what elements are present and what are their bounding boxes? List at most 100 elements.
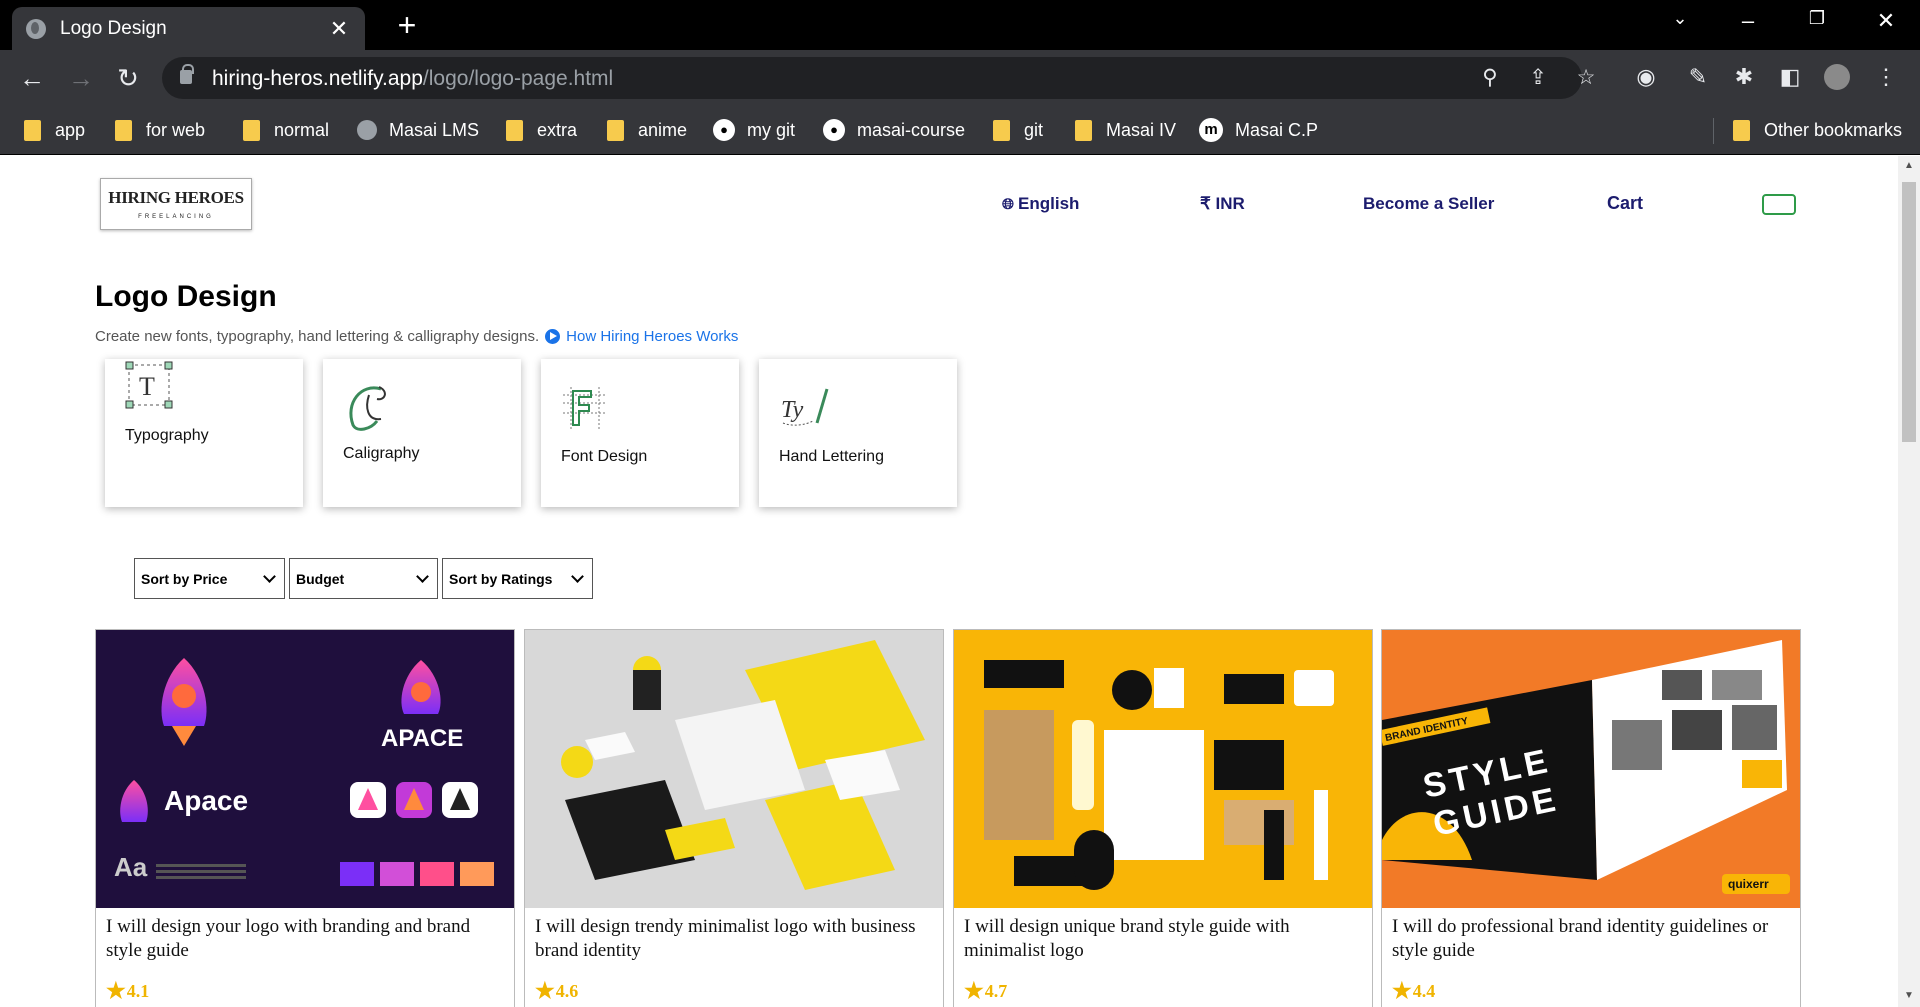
site-logo[interactable]: HIRING HEROES FREELANCING bbox=[100, 178, 252, 230]
style-guide-booklet: STYLE GUIDE BRAND IDENTITY quixerr bbox=[1382, 640, 1790, 894]
sort-by-price-select[interactable]: Sort by Price bbox=[134, 558, 285, 599]
bookmarks-bar: app for web normal Masai LMS extra anime… bbox=[0, 106, 1920, 155]
gig-title[interactable]: I will design unique brand style guide w… bbox=[964, 915, 1364, 963]
other-bookmarks[interactable]: Other bookmarks bbox=[1733, 116, 1902, 144]
web-page: HIRING HEROES FREELANCING 🌐︎ English ₹ IN… bbox=[0, 156, 1898, 1007]
browser-tab[interactable]: Logo Design ✕ bbox=[12, 7, 365, 50]
tab-search-icon[interactable]: ⌄ bbox=[1660, 8, 1700, 29]
bookmark-masai-cp[interactable]: m Masai C.P bbox=[1199, 116, 1318, 144]
svg-text:T: T bbox=[139, 372, 155, 401]
share-icon[interactable]: ⇪ bbox=[1526, 66, 1550, 90]
category-label: Typography bbox=[125, 427, 209, 444]
bookmark-masai-lms[interactable]: Masai LMS bbox=[357, 116, 479, 144]
gig-rating: ★ 4.1 bbox=[106, 978, 150, 1003]
avatar[interactable] bbox=[1824, 64, 1850, 90]
puzzle-icon[interactable]: ✱ bbox=[1730, 63, 1758, 91]
sort-by-ratings-select[interactable]: Sort by Ratings bbox=[442, 558, 593, 599]
category-typography[interactable]: T Typography bbox=[105, 359, 303, 507]
play-icon bbox=[545, 329, 561, 344]
folder-icon bbox=[1075, 119, 1092, 141]
currency-selector[interactable]: ₹ INR bbox=[1200, 194, 1245, 214]
gig-title[interactable]: I will do professional brand identity gu… bbox=[1392, 915, 1792, 963]
bookmark-normal[interactable]: normal bbox=[243, 116, 329, 144]
window-close-icon[interactable]: ✕ bbox=[1866, 8, 1906, 34]
page-title: Logo Design bbox=[95, 280, 277, 313]
typography-icon: T bbox=[125, 361, 173, 409]
budget-select[interactable]: Budget bbox=[289, 558, 438, 599]
category-hand-lettering[interactable]: Ty Hand Lettering bbox=[759, 359, 957, 507]
gig-card[interactable]: STYLE GUIDE BRAND IDENTITY quixerr I wil… bbox=[1381, 629, 1801, 1007]
bookmark-git[interactable]: git bbox=[993, 116, 1043, 144]
bookmark-anime[interactable]: anime bbox=[607, 116, 687, 144]
globe-icon: 🌐︎ bbox=[1002, 195, 1015, 213]
gig-title[interactable]: I will design trendy minimalist logo wit… bbox=[535, 915, 935, 963]
category-font-design[interactable]: Font Design bbox=[541, 359, 739, 507]
zoom-icon[interactable]: ⚲ bbox=[1478, 66, 1502, 90]
logo-tagline: FREELANCING bbox=[138, 214, 214, 220]
github-icon: ● bbox=[713, 119, 735, 141]
reload-icon[interactable]: ↻ bbox=[112, 62, 144, 94]
category-caligraphy[interactable]: Caligraphy bbox=[323, 359, 521, 507]
address-bar[interactable]: hiring-heros.netlify.app/logo/logo-page.… bbox=[162, 57, 1595, 99]
globe-icon bbox=[357, 120, 377, 140]
bookmark-masai-iv[interactable]: Masai IV bbox=[1075, 116, 1176, 144]
how-it-works-link[interactable]: How Hiring Heroes Works bbox=[545, 328, 738, 345]
back-icon[interactable]: ← bbox=[16, 62, 48, 94]
star-icon: ★ bbox=[535, 978, 555, 1003]
bookmark-star-icon[interactable]: ☆ bbox=[1574, 66, 1598, 90]
language-selector[interactable]: 🌐︎ English bbox=[1002, 194, 1079, 214]
page-subtitle: Create new fonts, typography, hand lette… bbox=[95, 328, 738, 345]
url-text[interactable]: hiring-heros.netlify.app/logo/logo-page.… bbox=[212, 67, 613, 91]
extension-icon[interactable]: ◉ bbox=[1632, 63, 1660, 91]
svg-text:APACE: APACE bbox=[381, 725, 463, 752]
gig-card[interactable]: I will design unique brand style guide w… bbox=[953, 629, 1373, 1007]
new-tab-button[interactable]: + bbox=[392, 8, 422, 42]
gig-card[interactable]: APACE Apace Aa I will design your logo w… bbox=[95, 629, 515, 1007]
category-label: Font Design bbox=[561, 448, 648, 465]
side-panel-icon[interactable]: ◧ bbox=[1776, 63, 1804, 91]
cart-link[interactable]: Cart bbox=[1607, 193, 1643, 214]
star-icon: ★ bbox=[964, 978, 984, 1003]
scroll-down-icon[interactable]: ▼ bbox=[1903, 990, 1915, 1002]
bookmark-extra[interactable]: extra bbox=[506, 116, 577, 144]
bookmark-app[interactable]: app bbox=[24, 116, 85, 144]
forward-icon[interactable]: → bbox=[65, 62, 97, 94]
category-label: Caligraphy bbox=[343, 445, 420, 462]
close-tab-icon[interactable]: ✕ bbox=[327, 16, 351, 42]
star-icon: ★ bbox=[106, 978, 126, 1003]
folder-icon bbox=[506, 119, 523, 141]
chevron-down-icon bbox=[263, 569, 276, 583]
github-icon: ● bbox=[823, 119, 845, 141]
bookmarks-divider bbox=[1713, 118, 1714, 144]
gig-image bbox=[525, 630, 943, 908]
bookmark-my-git[interactable]: ● my git bbox=[713, 116, 795, 144]
hand-lettering-icon: Ty bbox=[781, 388, 829, 426]
become-seller-link[interactable]: Become a Seller bbox=[1363, 194, 1494, 214]
bookmark-for-web[interactable]: for web bbox=[115, 116, 205, 144]
chevron-down-icon bbox=[571, 569, 584, 583]
restore-icon[interactable]: ❐ bbox=[1797, 8, 1837, 29]
gig-title[interactable]: I will design your logo with branding an… bbox=[106, 915, 506, 963]
folder-icon bbox=[1733, 119, 1750, 141]
minimize-icon[interactable]: – bbox=[1728, 8, 1768, 34]
tab-strip: Logo Design ✕ + ⌄ – ❐ ✕ bbox=[0, 0, 1920, 50]
profile-button[interactable] bbox=[1762, 194, 1796, 215]
masai-icon: m bbox=[1199, 118, 1223, 142]
scroll-thumb[interactable] bbox=[1902, 182, 1916, 442]
vertical-scrollbar[interactable]: ▲ ▼ bbox=[1898, 156, 1920, 1007]
svg-text:quixerr: quixerr bbox=[1728, 877, 1769, 891]
bookmark-masai-course[interactable]: ● masai-course bbox=[823, 116, 965, 144]
stationery-mockup bbox=[561, 640, 925, 890]
gig-rating: ★ 4.7 bbox=[964, 978, 1008, 1003]
pen-extension-icon[interactable]: ✎ bbox=[1684, 63, 1712, 91]
scroll-up-icon[interactable]: ▲ bbox=[1903, 160, 1915, 172]
menu-icon[interactable]: ⋮ bbox=[1872, 63, 1900, 91]
font-design-icon bbox=[563, 387, 605, 431]
subtitle-text: Create new fonts, typography, hand lette… bbox=[95, 328, 540, 345]
gig-card[interactable]: I will design trendy minimalist logo wit… bbox=[524, 629, 944, 1007]
folder-icon bbox=[243, 119, 260, 141]
star-icon: ★ bbox=[1392, 978, 1412, 1003]
folder-icon bbox=[115, 119, 132, 141]
tab-title: Logo Design bbox=[60, 17, 167, 39]
folder-icon bbox=[607, 119, 624, 141]
